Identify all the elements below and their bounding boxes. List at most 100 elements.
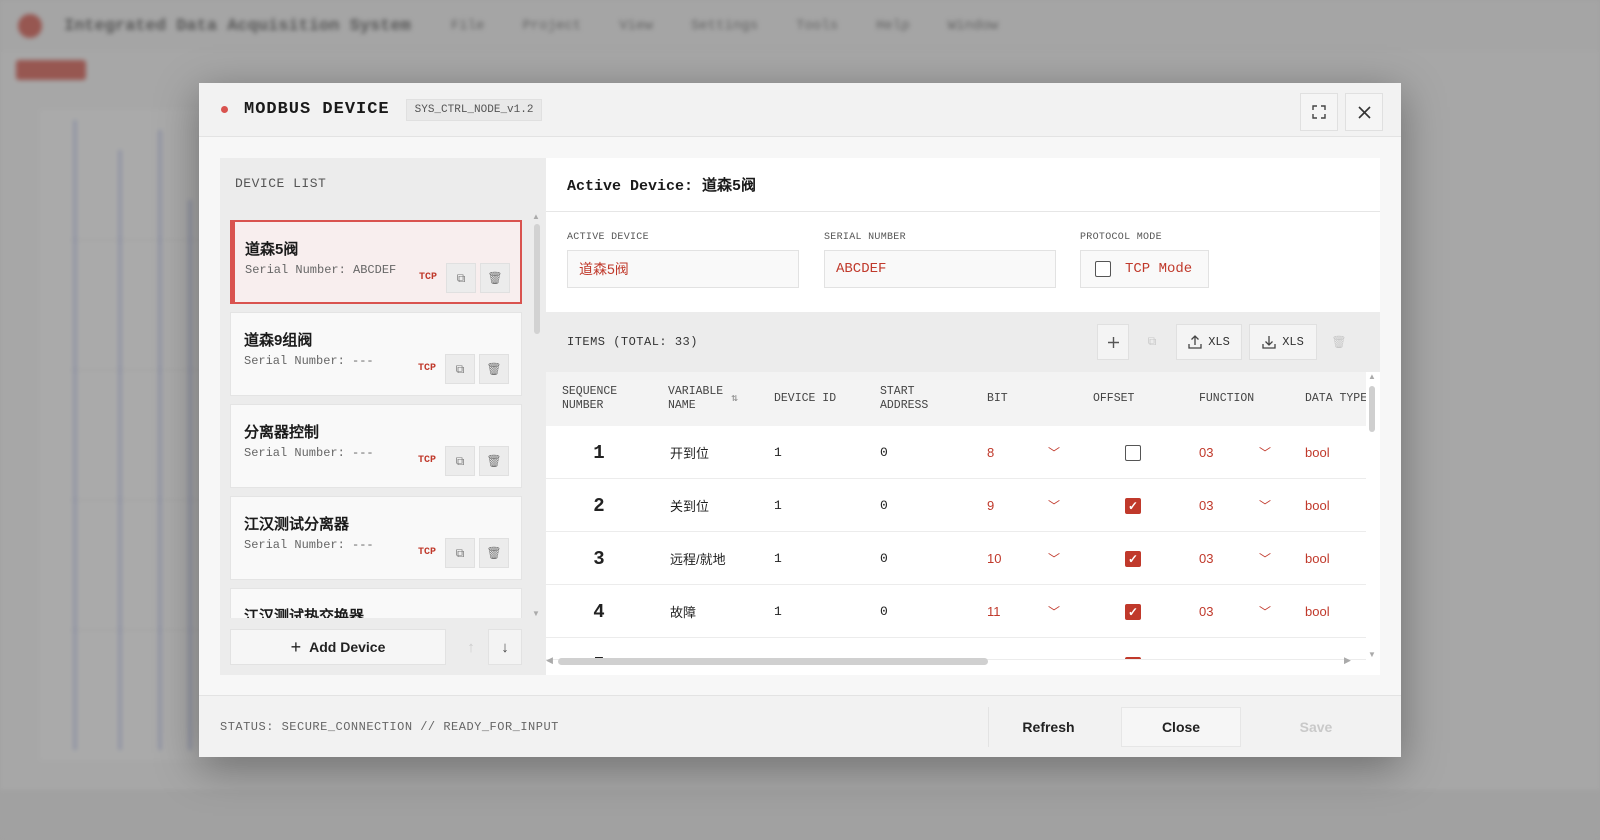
duplicate-device-button[interactable]: ⧉ xyxy=(445,354,475,384)
scrollbar-thumb[interactable] xyxy=(558,658,988,665)
scroll-right-icon[interactable]: ▶ xyxy=(1344,655,1351,666)
function-dropdown[interactable]: ﹀ xyxy=(1259,532,1271,585)
start-address[interactable]: 0 xyxy=(880,426,888,479)
function-dropdown[interactable]: ﹀ xyxy=(1259,638,1271,659)
col-start-address[interactable]: START ADDRESS xyxy=(880,372,928,426)
data-type-select[interactable]: bool xyxy=(1305,426,1330,479)
active-device-input[interactable]: 道森5阀 xyxy=(567,250,799,288)
function-select[interactable]: 03 xyxy=(1199,426,1213,479)
offset-checkbox[interactable]: ✓ xyxy=(1125,638,1141,659)
bit-select[interactable]: 0 xyxy=(987,638,994,659)
variable-name[interactable]: 关到位 xyxy=(670,479,709,532)
function-select[interactable]: 03 xyxy=(1199,585,1213,638)
horizontal-scrollbar[interactable]: ◀ ▶ xyxy=(546,655,1351,665)
scrollbar-thumb[interactable] xyxy=(1369,386,1375,432)
checkbox-checked[interactable]: ✓ xyxy=(1125,550,1141,567)
bit-select[interactable]: 11 xyxy=(987,585,1001,638)
serial-number-input[interactable]: ABCDEF xyxy=(824,250,1056,288)
add-device-button[interactable]: + Add Device xyxy=(230,629,446,665)
col-bit[interactable]: BIT xyxy=(987,372,1008,426)
delete-device-button[interactable]: 🗑 xyxy=(479,538,509,568)
duplicate-device-button[interactable]: ⧉ xyxy=(445,446,475,476)
scroll-up-icon[interactable]: ▲ xyxy=(1368,372,1376,381)
export-xls-button[interactable]: XLS xyxy=(1249,324,1317,360)
device-card-active[interactable]: 道森5阀 Serial Number: ABCDEF TCP ⧉ 🗑 xyxy=(230,220,522,304)
close-footer-button[interactable]: Close xyxy=(1121,707,1241,747)
scrollbar-thumb[interactable] xyxy=(534,224,540,334)
delete-device-button[interactable]: 🗑 xyxy=(479,446,509,476)
function-dropdown[interactable]: ﹀ xyxy=(1259,426,1271,479)
col-variable-name[interactable]: VARIABLE NAME ⇅ xyxy=(668,372,738,426)
copy-item-button[interactable]: ⧉ xyxy=(1136,324,1168,360)
delete-items-button[interactable]: 🗑 xyxy=(1324,324,1354,360)
bit-select[interactable]: 9 xyxy=(987,479,994,532)
variable-name[interactable]: 远程/就地 xyxy=(670,532,726,585)
add-item-button[interactable] xyxy=(1097,324,1129,360)
protocol-mode-toggle[interactable]: TCP Mode xyxy=(1080,250,1209,288)
offset-checkbox[interactable]: ✓ xyxy=(1125,532,1141,585)
table-row[interactable]: 1 开到位 1 0 8 ﹀ 03 ﹀ bool xyxy=(546,426,1366,479)
vertical-scrollbar[interactable]: ▲ ▼ xyxy=(1368,372,1376,662)
tcp-mode-checkbox[interactable] xyxy=(1095,261,1111,277)
scroll-down-icon[interactable]: ▼ xyxy=(1368,650,1376,659)
function-select[interactable]: 03 xyxy=(1199,638,1213,659)
offset-checkbox[interactable] xyxy=(1125,426,1141,479)
device-id[interactable]: 1 xyxy=(774,426,782,479)
variable-name[interactable]: 开 xyxy=(670,638,683,659)
duplicate-device-button[interactable]: ⧉ xyxy=(445,538,475,568)
device-list[interactable]: 道森5阀 Serial Number: ABCDEF TCP ⧉ 🗑 道森9组阀… xyxy=(230,220,522,618)
checkbox-unchecked[interactable] xyxy=(1125,444,1141,461)
offset-checkbox[interactable]: ✓ xyxy=(1125,479,1141,532)
function-dropdown[interactable]: ﹀ xyxy=(1259,585,1271,638)
bit-dropdown[interactable]: ﹀ xyxy=(1048,532,1060,585)
import-xls-button[interactable]: XLS xyxy=(1176,324,1242,360)
device-id[interactable]: 1 xyxy=(774,638,782,659)
data-type-select[interactable]: bool xyxy=(1305,585,1330,638)
device-list-scrollbar[interactable]: ▲ ▼ xyxy=(532,212,540,618)
table-row[interactable]: 2 关到位 1 0 9 ﹀ ✓ 03 ﹀ bool xyxy=(546,479,1366,532)
device-card[interactable]: 分离器控制 Serial Number: --- TCP ⧉ 🗑 xyxy=(230,404,522,488)
device-card[interactable]: 道森9组阀 Serial Number: --- TCP ⧉ 🗑 xyxy=(230,312,522,396)
bit-select[interactable]: 8 xyxy=(987,426,994,479)
refresh-button[interactable]: Refresh xyxy=(988,707,1108,747)
table-row[interactable]: 5 开 1 1 0 ﹀ ✓ 03 ﹀ word xyxy=(546,638,1366,660)
bit-dropdown[interactable]: ﹀ xyxy=(1048,426,1060,479)
expand-button[interactable] xyxy=(1300,93,1338,131)
scroll-left-icon[interactable]: ◀ xyxy=(546,655,553,666)
sort-icon[interactable]: ⇅ xyxy=(731,392,738,406)
device-card[interactable]: 江汉测试热交换器 xyxy=(230,588,522,618)
device-card[interactable]: 江汉测试分离器 Serial Number: --- TCP ⧉ 🗑 xyxy=(230,496,522,580)
variable-name[interactable]: 故障 xyxy=(670,585,696,638)
device-id[interactable]: 1 xyxy=(774,585,782,638)
bit-dropdown[interactable]: ﹀ xyxy=(1048,479,1060,532)
data-type-select[interactable]: bool xyxy=(1305,479,1330,532)
col-data-type[interactable]: DATA TYPE xyxy=(1305,372,1366,426)
data-type-select[interactable]: bool xyxy=(1305,532,1330,585)
bit-select[interactable]: 10 xyxy=(987,532,1001,585)
close-button[interactable] xyxy=(1345,93,1383,131)
bit-dropdown[interactable]: ﹀ xyxy=(1048,638,1060,659)
start-address[interactable]: 0 xyxy=(880,585,888,638)
device-id[interactable]: 1 xyxy=(774,532,782,585)
delete-device-button[interactable]: 🗑 xyxy=(480,263,510,293)
col-device-id[interactable]: DEVICE ID xyxy=(774,372,836,426)
table-row[interactable]: 3 远程/就地 1 0 10 ﹀ ✓ 03 ﹀ bool xyxy=(546,532,1366,585)
move-down-button[interactable]: ↓ xyxy=(488,629,522,665)
offset-checkbox[interactable]: ✓ xyxy=(1125,585,1141,638)
col-sequence-number[interactable]: SEQUENCE NUMBER xyxy=(562,372,617,426)
variable-name[interactable]: 开到位 xyxy=(670,426,709,479)
checkbox-checked[interactable]: ✓ xyxy=(1125,497,1141,514)
delete-device-button[interactable]: 🗑 xyxy=(479,354,509,384)
data-type-select[interactable]: word xyxy=(1305,638,1333,659)
device-id[interactable]: 1 xyxy=(774,479,782,532)
move-up-button[interactable]: ↑ xyxy=(454,629,488,665)
checkbox-checked[interactable]: ✓ xyxy=(1125,603,1141,620)
start-address[interactable]: 0 xyxy=(880,532,888,585)
duplicate-device-button[interactable]: ⧉ xyxy=(446,263,476,293)
col-offset[interactable]: OFFSET xyxy=(1093,372,1134,426)
save-button[interactable]: Save xyxy=(1256,707,1376,747)
start-address[interactable]: 0 xyxy=(880,479,888,532)
function-select[interactable]: 03 xyxy=(1199,479,1213,532)
start-address[interactable]: 1 xyxy=(880,638,888,659)
function-select[interactable]: 03 xyxy=(1199,532,1213,585)
